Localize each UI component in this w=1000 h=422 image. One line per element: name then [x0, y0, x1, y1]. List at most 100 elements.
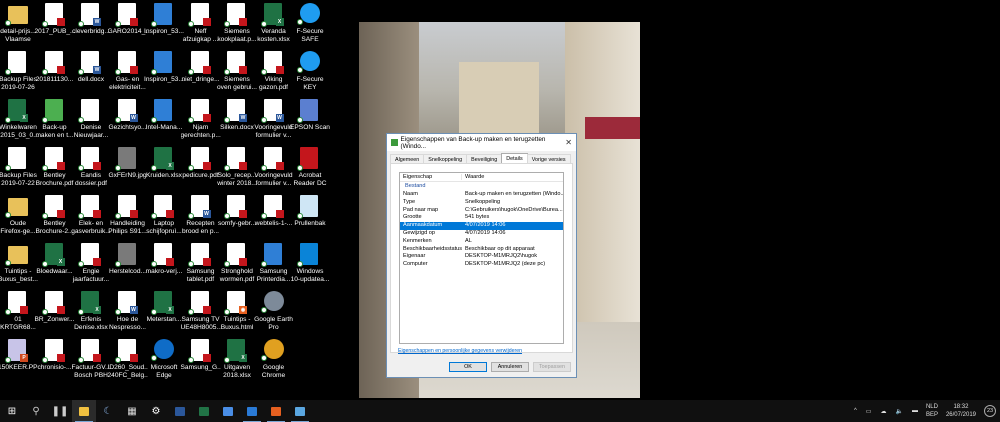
property-row[interactable]: Naam Back-up maken en terugzetten (Windo.… — [400, 191, 563, 199]
desktop-icon[interactable]: X Winkelwaren (2015_03_0... — [0, 96, 38, 144]
desktop-icon[interactable]: Denise Nieuwjaar... — [73, 96, 109, 144]
firefox[interactable] — [264, 400, 288, 422]
desktop-icon[interactable]: Samsung tablet.pdf — [183, 240, 219, 288]
desktop-icon[interactable]: chronisio-... — [37, 336, 73, 384]
desktop-icon[interactable]: webtelis-1-... — [255, 192, 292, 240]
property-row[interactable]: Aanmaakdatum 4/07/2019 14:06 — [400, 222, 563, 230]
desktop-icon[interactable]: BR_Zonwer... — [35, 288, 74, 336]
desktop-icon[interactable]: W Recepten brood en p... — [182, 192, 219, 240]
onedrive-icon[interactable]: ☁ — [880, 408, 886, 415]
language-indicator[interactable]: NLD BEP — [926, 403, 938, 419]
remove-properties-link[interactable]: Eigenschappen en persoonlijke gegevens v… — [398, 348, 522, 354]
desktop-icon[interactable]: GARO2014_... — [108, 0, 148, 48]
desktop-icon[interactable]: X Erfenis Denise.xlsx — [73, 288, 109, 336]
desktop-icon[interactable]: W Hoe de Nespresso... — [109, 288, 146, 336]
desktop-icon[interactable]: Samsung Printerdia... — [256, 240, 292, 288]
desktop-icon[interactable]: X Kruiden.xlsx — [146, 144, 182, 192]
desktop-icon[interactable]: pedicure.pdf — [182, 144, 219, 192]
desktop-icon[interactable]: Herstelcod... — [109, 240, 146, 288]
desktop-icon[interactable]: X Uitgaven 2018.xlsx — [219, 336, 255, 384]
desktop-icon[interactable]: Njam gerechten.p... — [181, 96, 221, 144]
property-row[interactable]: Gewijzigd op 4/07/2019 14:06 — [400, 230, 563, 238]
desktop-icon[interactable]: Eandis dossier.pdf — [73, 144, 109, 192]
desktop-icon[interactable]: Wdell.docx — [73, 48, 109, 96]
show-hidden-icons[interactable]: ^ — [854, 408, 857, 415]
property-row[interactable]: Eigenaar DESKTOP-M1MRJQ2\hugok — [400, 253, 563, 261]
settings[interactable]: ⚙ — [144, 400, 168, 422]
search-button[interactable]: ⚲ — [24, 400, 48, 422]
property-row[interactable]: Pad naar map C:\Gebruikers\hugok\OneDrive… — [400, 207, 563, 215]
desktop-icon[interactable]: Back-up maken en t... — [35, 96, 74, 144]
desktop-icon[interactable]: Elek- en gasverbruik... — [71, 192, 111, 240]
desktop-icon[interactable]: Bentley Brochure.pdf — [36, 144, 73, 192]
outlook[interactable] — [240, 400, 264, 422]
desktop-icon[interactable]: Viking gazon.pdf — [256, 48, 292, 96]
desktop-icon[interactable]: Wcleverbridg... — [72, 0, 110, 48]
property-list[interactable]: Eigenschap Waarde Bestand Naam Back-up ma… — [399, 172, 564, 344]
desktop-icon[interactable]: F-Secure SAFE — [292, 0, 328, 48]
property-row[interactable]: Type Snelkoppeling — [400, 199, 563, 207]
cancel-button[interactable]: Annuleren — [491, 362, 529, 372]
desktop-icon[interactable]: Microsoft Edge — [146, 336, 182, 384]
desktop-icon[interactable]: EPSON Scan — [290, 96, 330, 144]
desktop-icon[interactable]: makro-verj... — [146, 240, 182, 288]
desktop-icon[interactable]: P 150KEER.PPS — [0, 336, 38, 384]
network-icon[interactable]: ▭ — [866, 408, 872, 415]
word[interactable] — [168, 400, 192, 422]
desktop-icon[interactable]: niet_dringe... — [181, 48, 220, 96]
desktop-icon[interactable]: Acrobat Reader DC — [292, 144, 328, 192]
volume-icon[interactable]: 🔈 — [895, 408, 902, 415]
desktop-icon[interactable]: Handleiding Philips S91... — [108, 192, 147, 240]
ok-button[interactable]: OK — [449, 362, 487, 372]
excel[interactable] — [192, 400, 216, 422]
desktop-icon[interactable]: Engie jaarfactuur... — [73, 240, 109, 288]
desktop-icon[interactable]: Vooringevuld formulier v... — [254, 144, 293, 192]
desktop-icon[interactable]: Windows 10-updatea... — [291, 240, 329, 288]
desktop-icon[interactable]: Laptop schijfopruì... — [146, 192, 182, 240]
close-button[interactable]: ✕ — [561, 138, 576, 147]
desktop-icon[interactable]: ID260_Soud... 240FC_Belg... — [108, 336, 148, 384]
desktop-icon[interactable]: Intel-Mana... — [146, 96, 182, 144]
desktop-icon[interactable]: Inspiron_53... — [144, 48, 184, 96]
apply-button[interactable]: Toepassen — [533, 362, 571, 372]
desktop-icon[interactable]: detail-prijs... Vlaamse en... — [0, 0, 36, 48]
column-header-value[interactable]: Waarde — [462, 174, 563, 180]
calendar[interactable] — [216, 400, 240, 422]
task-view-button[interactable]: ❚❚ — [48, 400, 72, 422]
desktop-icon[interactable]: Stronghold wormen.pdf — [219, 240, 255, 288]
desktop-icon[interactable]: Gas- en elektriciteit... — [109, 48, 146, 96]
desktop-icon[interactable]: F-Secure KEY — [292, 48, 328, 96]
desktop-icon[interactable]: W Silken.docx — [219, 96, 255, 144]
backup-app[interactable]: ☾ — [96, 400, 120, 422]
desktop-icon[interactable]: X Bloedwaar... — [36, 240, 73, 288]
battery-icon[interactable]: ▬ — [912, 408, 918, 415]
photos[interactable] — [288, 400, 312, 422]
desktop-icon[interactable]: Tuintips - Buxus_best... — [0, 240, 38, 288]
column-header-property[interactable]: Eigenschap — [400, 174, 462, 180]
desktop-icon[interactable]: X Meterstan... — [146, 288, 182, 336]
desktop-icon[interactable]: Factuur-GV... Bosch PBH ... — [72, 336, 110, 384]
property-row[interactable]: Grootte 541 bytes — [400, 214, 563, 222]
property-row[interactable]: Kenmerken AL — [400, 238, 563, 246]
desktop-icon[interactable]: Siemens kookplaat.p... — [217, 0, 257, 48]
desktop-icon[interactable]: Backup Files 2019-07-26 ... — [0, 48, 37, 96]
calculator[interactable]: ▦ — [120, 400, 144, 422]
desktop-icon[interactable]: Google Earth Pro — [254, 288, 293, 336]
desktop-icon[interactable]: Samsung_G... — [181, 336, 221, 384]
property-row[interactable]: Computer DESKTOP-M1MRJQ2 (deze pc) — [400, 261, 563, 269]
desktop-icon[interactable]: W Vooringevuld formulier v... — [254, 96, 293, 144]
property-row[interactable]: Beschikbaarheidsstatus Beschikbaar op dit… — [400, 246, 563, 254]
desktop-icon[interactable]: Google Chrome — [256, 336, 292, 384]
dialog-titlebar[interactable]: Eigenschappen van Back-up maken en terug… — [387, 134, 576, 151]
desktop-icon[interactable]: Siemens oven gebrui... — [217, 48, 257, 96]
desktop-icon[interactable]: 01 KRTGR68... — [0, 288, 36, 336]
desktop-icon[interactable]: GxFErN9.jpg — [108, 144, 147, 192]
desktop-icon[interactable]: Bentley Brochure-2... — [35, 192, 74, 240]
desktop-icon[interactable]: Inspiron_53... — [144, 0, 184, 48]
desktop-icon[interactable]: Prullenbak — [292, 192, 328, 240]
desktop-icon[interactable]: W Gezichtsyo... — [108, 96, 147, 144]
file-explorer[interactable] — [72, 400, 96, 422]
start-button[interactable]: ⊞ — [0, 400, 24, 422]
action-center-button[interactable]: 23 — [984, 405, 996, 417]
desktop-icon[interactable]: Samsung TV UE48H8005... — [181, 288, 221, 336]
